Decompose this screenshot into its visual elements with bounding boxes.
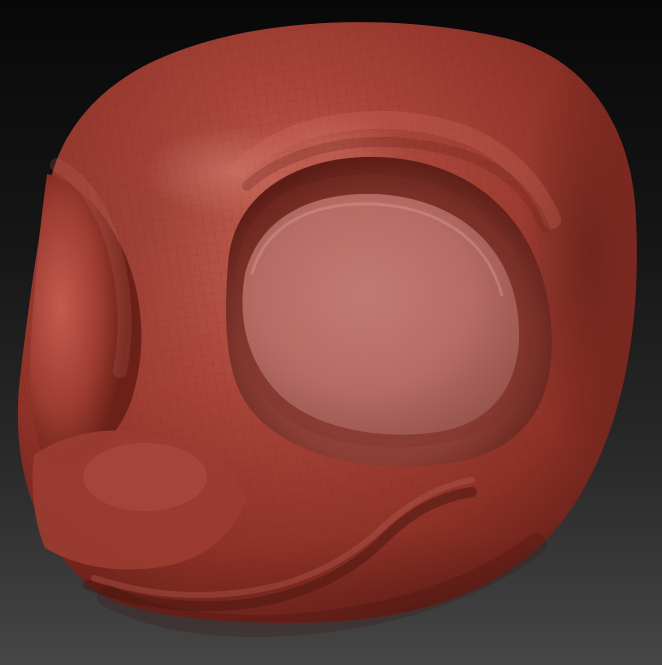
sculpt-viewport[interactable] [0,0,662,665]
sculpted-head-render [17,22,637,637]
